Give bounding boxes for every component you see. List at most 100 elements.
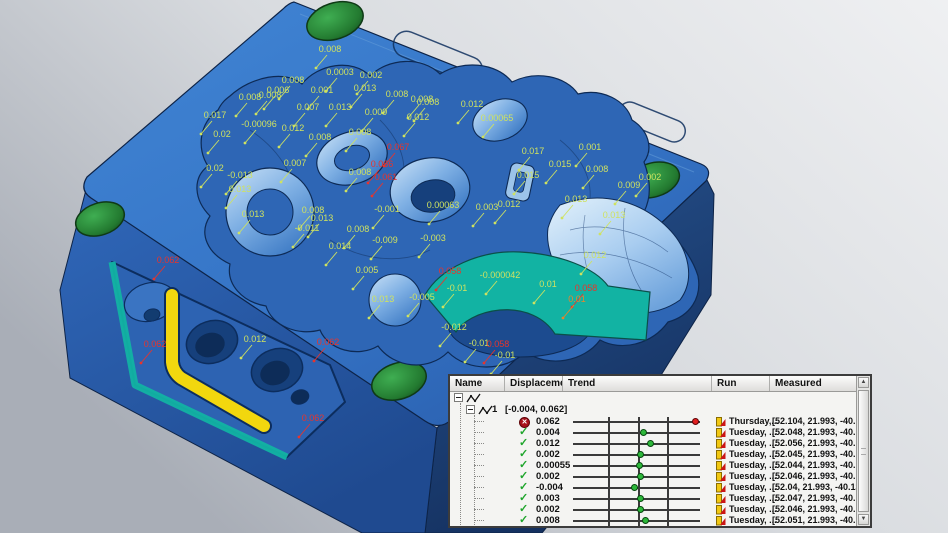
deviation-label: 0.008 — [259, 90, 282, 100]
deviation-label: 0.008 — [349, 167, 372, 177]
measured-value: [52.104, 21.993, -40.1... — [772, 416, 857, 427]
run-timestamp: Tuesday, ... — [729, 449, 777, 460]
deviation-label: 0.009 — [365, 107, 388, 117]
deviation-label: 0.001 — [311, 85, 334, 95]
displacement-value: -0.004 — [536, 482, 563, 493]
deviation-label: 0.008 — [319, 44, 342, 54]
deviation-label: 0.013 — [354, 83, 377, 93]
tree-branch — [474, 443, 484, 444]
column-header-displacement[interactable]: Displacement — [505, 376, 563, 391]
deviation-label: 0.017 — [522, 146, 545, 156]
measured-value: [52.048, 21.993, -40.1... — [772, 427, 857, 438]
deviation-label: 0.012 — [461, 99, 484, 109]
deviation-label: -0.001 — [374, 204, 400, 214]
measurement-row[interactable]: ✓0.003Tuesday, ...[52.047, 21.993, -40.1… — [450, 493, 857, 504]
tree-branch — [474, 498, 484, 499]
deviation-label: 0.012 — [282, 123, 305, 133]
collapse-icon[interactable] — [466, 405, 475, 414]
run-icon — [716, 504, 726, 515]
tree-group-row[interactable]: 1 [-0.004, 0.062] — [450, 404, 857, 416]
measurement-row[interactable]: ✓0.012Tuesday, ...[52.056, 21.993, -40.1… — [450, 438, 857, 449]
deviation-label: 0.013 — [311, 213, 334, 223]
deviation-label: -0.01 — [447, 283, 468, 293]
displacement-value: 0.00055 — [536, 460, 570, 471]
deviation-label: -0.012 — [441, 322, 467, 332]
collapse-icon[interactable] — [454, 393, 463, 402]
deviation-label: -0.003 — [420, 233, 446, 243]
displacement-value: 0.002 — [536, 449, 560, 460]
deviation-label: 0.012 — [407, 112, 430, 122]
deviation-label: 0.015 — [549, 159, 572, 169]
deviation-label: 0.02 — [206, 163, 224, 173]
measurement-row[interactable]: ✓-0.004Tuesday, ...[52.04, 21.993, -40.1… — [450, 482, 857, 493]
column-header-run[interactable]: Run — [712, 376, 770, 391]
measurement-row[interactable]: ✓0.002Tuesday, ...[52.046, 21.993, -40.1… — [450, 471, 857, 482]
scrollbar-thumb[interactable] — [858, 390, 869, 512]
tree-branch — [474, 432, 484, 433]
deviation-label: 0.00063 — [427, 200, 460, 210]
group-range: [-0.004, 0.062] — [505, 404, 567, 416]
deviation-label: 0.002 — [639, 172, 662, 182]
trend-point — [637, 506, 644, 513]
deviation-label: 0.058 — [575, 283, 598, 293]
trend-axis-line — [573, 520, 700, 522]
deviation-label: 0.061 — [375, 172, 398, 182]
measured-value: [52.051, 21.993, -40.13] — [772, 515, 857, 526]
run-timestamp: Tuesday, ... — [729, 515, 777, 526]
column-header-measured[interactable]: Measured — [770, 376, 857, 391]
deviation-label: 0.013 — [565, 194, 588, 204]
tree-branch — [474, 520, 484, 521]
trend-point — [637, 495, 644, 502]
measurement-results-panel: Name Displacement Trend Run Measured 1 — [448, 374, 872, 528]
deviation-label: 0.067 — [387, 142, 410, 152]
measured-value: [52.045, 21.993, -40.1... — [772, 449, 857, 460]
displacement-value: 0.002 — [536, 504, 560, 515]
measurement-rows: ✕0.062Thursday,...[52.104, 21.993, -40.1… — [450, 416, 857, 526]
tree-branch — [474, 509, 484, 510]
scroll-down-button[interactable]: ▼ — [858, 514, 869, 525]
trend-point — [637, 451, 644, 458]
column-header-trend[interactable]: Trend — [563, 376, 712, 391]
deviation-label: 0.017 — [204, 110, 227, 120]
measurement-row[interactable]: ✓0.004Tuesday, ...[52.048, 21.993, -40.1… — [450, 427, 857, 438]
deviation-label: 0.062 — [302, 413, 325, 423]
deviation-label: -0.005 — [409, 292, 435, 302]
run-icon — [716, 515, 726, 526]
measured-value: [52.056, 21.993, -40.1... — [772, 438, 857, 449]
deviation-label: -0.009 — [372, 235, 398, 245]
run-timestamp: Tuesday, ... — [729, 482, 777, 493]
deviation-label: -0.00096 — [241, 119, 277, 129]
tree-branch — [474, 454, 484, 455]
vertical-scrollbar[interactable]: ▲ ▼ — [856, 376, 870, 526]
displacement-value: 0.008 — [536, 515, 560, 526]
measurement-row[interactable]: ✓0.002Tuesday, ...[52.045, 21.993, -40.1… — [450, 449, 857, 460]
deviation-label: 0.007 — [284, 158, 307, 168]
deviation-label: -0.011 — [295, 223, 320, 233]
measurement-row[interactable]: ✕0.062Thursday,...[52.104, 21.993, -40.1… — [450, 416, 857, 427]
trend-axis-line — [573, 443, 700, 445]
measurement-row[interactable]: ✓0.002Tuesday, ...[52.046, 21.993, -40.1… — [450, 504, 857, 515]
deviation-label: 0.012 — [244, 334, 267, 344]
deviation-label: 0.015 — [517, 170, 540, 180]
tree-branch — [474, 465, 484, 466]
deviation-label: -0.000042 — [480, 270, 521, 280]
run-timestamp: Tuesday, ... — [729, 493, 777, 504]
deviation-label: 0.003 — [476, 202, 499, 212]
run-icon — [716, 493, 726, 504]
deviation-label: 0.008 — [417, 97, 440, 107]
measurement-row[interactable]: ✓0.00055Tuesday, ...[52.044, 21.993, -40… — [450, 460, 857, 471]
deviation-label: 0.012 — [584, 250, 607, 260]
trend-point — [636, 462, 643, 469]
run-icon — [716, 482, 726, 493]
column-header-name[interactable]: Name — [450, 376, 505, 391]
tree-root-row[interactable] — [450, 392, 857, 404]
measured-value: [52.047, 21.993, -40.1... — [772, 493, 857, 504]
deviation-label: 0.013 — [372, 294, 395, 304]
scroll-up-button[interactable]: ▲ — [858, 377, 869, 388]
deviation-label: 0.012 — [498, 199, 521, 209]
deviation-label: 0.008 — [349, 127, 372, 137]
deviation-label: -0.013 — [227, 170, 253, 180]
deviation-label: 0.014 — [329, 241, 352, 251]
measurement-row[interactable]: ✓0.008Tuesday, ...[52.051, 21.993, -40.1… — [450, 515, 857, 526]
deviation-label: 0.00065 — [481, 113, 514, 123]
